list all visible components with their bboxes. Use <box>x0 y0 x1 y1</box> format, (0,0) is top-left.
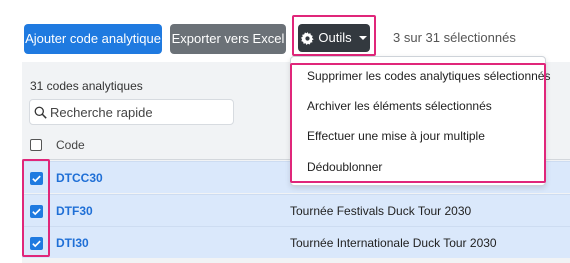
search-placeholder: Recherche rapide <box>50 104 153 120</box>
tools-button-highlight: Outils <box>292 15 376 56</box>
select-all-checkbox[interactable] <box>30 139 42 151</box>
caret-down-icon <box>358 36 367 40</box>
add-analytic-code-button[interactable]: Ajouter code analytique <box>24 24 162 54</box>
export-excel-button[interactable]: Exporter vers Excel <box>170 24 286 54</box>
record-count: 31 codes analytiques <box>30 79 143 93</box>
row-code-link[interactable]: DTI30 <box>56 236 89 250</box>
table-row[interactable]: DTF30 Tournée Festivals Duck Tour 2030 <box>22 194 570 226</box>
tools-button[interactable]: Outils <box>298 24 370 52</box>
table-row[interactable]: DTI30 Tournée Internationale Duck Tour 2… <box>22 226 570 258</box>
search-input[interactable]: Recherche rapide <box>29 99 234 125</box>
selection-status: 3 sur 31 sélectionnés <box>393 30 516 45</box>
dropdown-highlight <box>290 63 546 183</box>
row-code-link[interactable]: DTCC30 <box>56 171 103 185</box>
row-code-link[interactable]: DTF30 <box>56 204 93 218</box>
checkbox-highlight <box>22 159 50 257</box>
row-label: Tournée Internationale Duck Tour 2030 <box>290 236 497 250</box>
search-icon <box>34 106 47 119</box>
toolbar: Ajouter code analytique Exporter vers Ex… <box>0 0 570 62</box>
tools-label: Outils <box>318 30 352 45</box>
column-header-code[interactable]: Code <box>56 138 85 152</box>
gear-icon <box>301 31 315 45</box>
row-label: Tournée Festivals Duck Tour 2030 <box>290 204 472 218</box>
